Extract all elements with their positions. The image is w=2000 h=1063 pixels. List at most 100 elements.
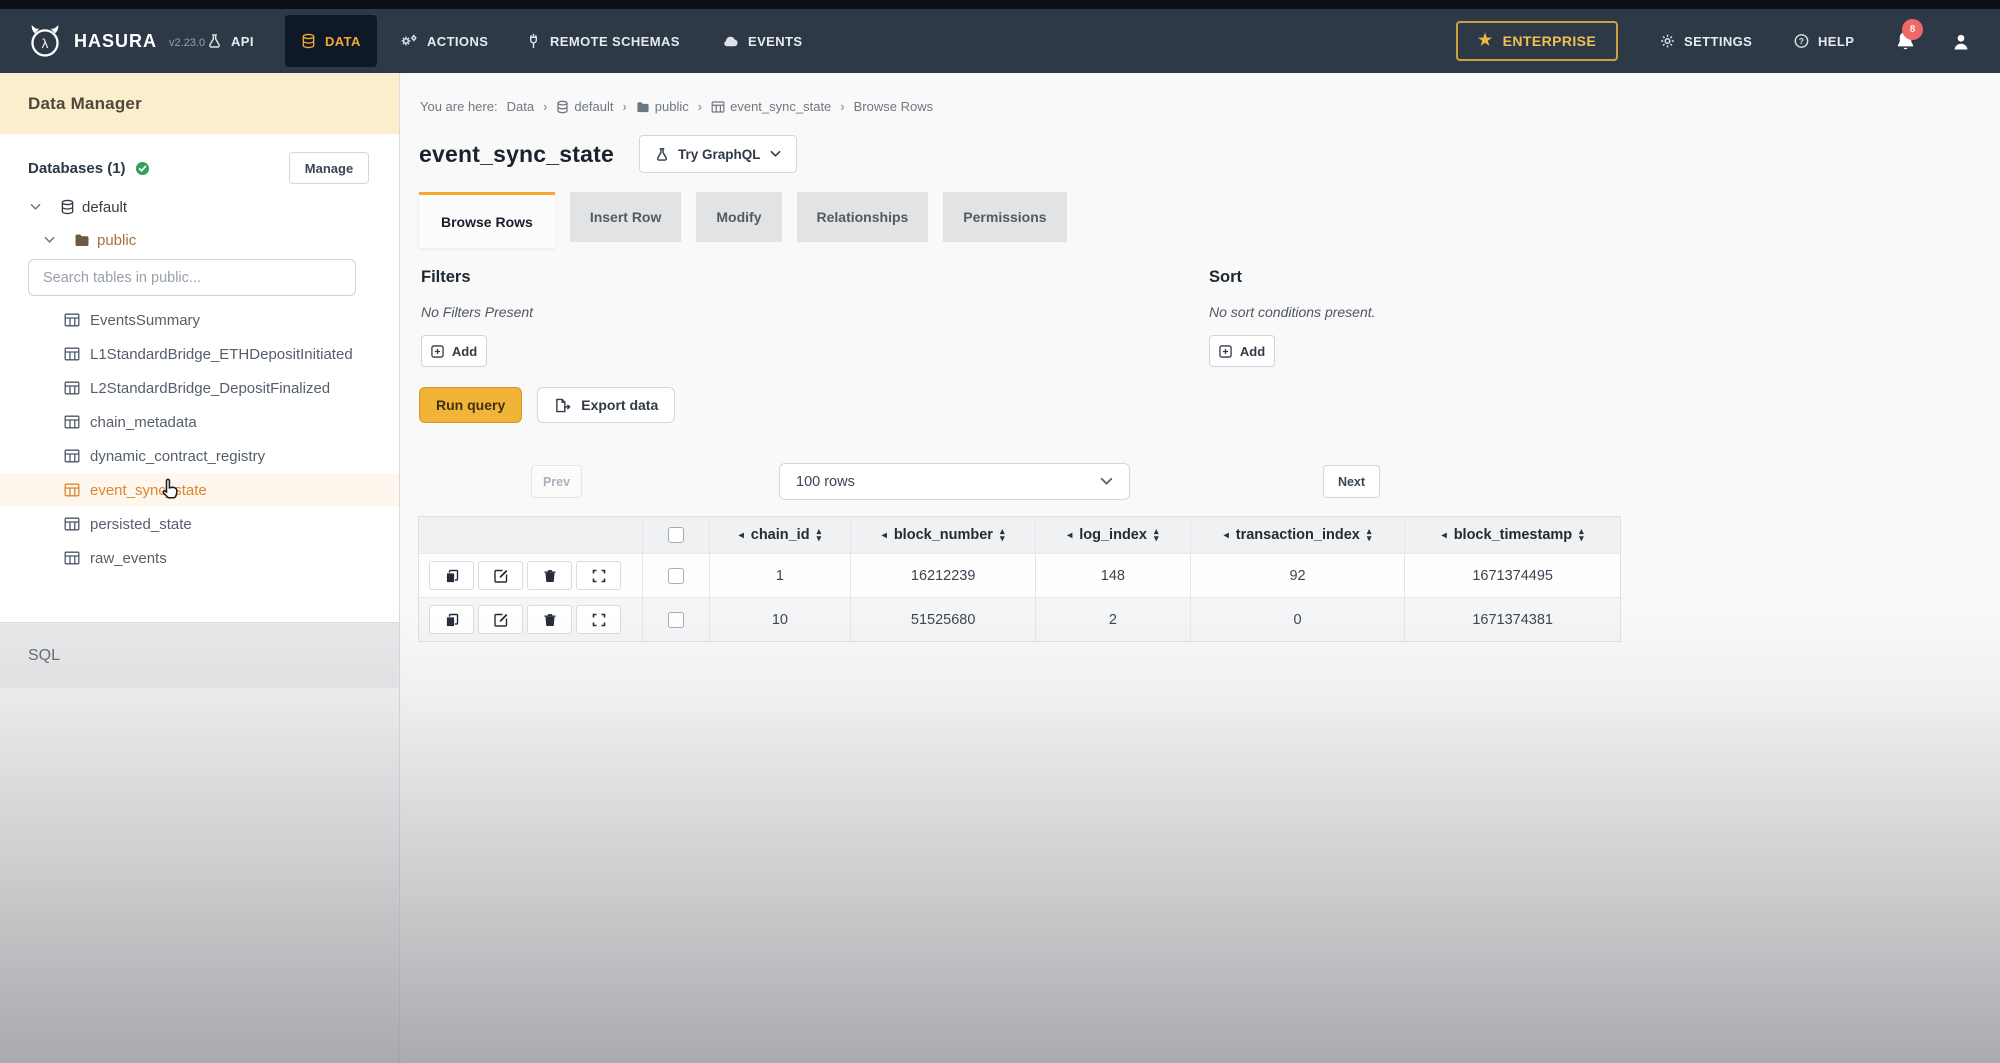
nav-item-events[interactable]: EVENTS <box>722 9 802 73</box>
edit-row-button[interactable] <box>478 561 523 590</box>
nav-label: EVENTS <box>748 34 802 49</box>
flask-icon <box>655 147 669 162</box>
sort-icon[interactable]: ▴▾ <box>1000 528 1005 542</box>
nav-item-help[interactable]: ? HELP <box>1794 9 1854 73</box>
brand-name: HASURA <box>74 31 157 52</box>
query-actions-row: Run query Export data <box>419 387 675 423</box>
breadcrumb-separator: › <box>840 99 844 114</box>
breadcrumb-data[interactable]: Data <box>507 99 534 114</box>
row-actions-cell <box>419 598 643 641</box>
cell-chain-id: 10 <box>710 598 852 641</box>
sort-icon[interactable]: ▴▾ <box>1579 528 1584 542</box>
nav-item-settings[interactable]: SETTINGS <box>1660 9 1752 73</box>
table-item-chain-metadata[interactable]: chain_metadata <box>0 405 399 439</box>
chevron-down-icon[interactable] <box>30 203 41 211</box>
chevron-down-icon[interactable] <box>44 236 55 244</box>
nav-item-remote-schemas[interactable]: REMOTE SCHEMAS <box>526 9 680 73</box>
row-checkbox[interactable] <box>668 612 684 628</box>
sort-icon[interactable]: ▴▾ <box>1367 528 1372 542</box>
nav-label: REMOTE SCHEMAS <box>550 34 680 49</box>
column-header-block-timestamp[interactable]: ◂ block_timestamp ▴▾ <box>1405 517 1620 553</box>
tree-node-database-default[interactable]: default <box>30 194 127 220</box>
tree-node-schema-public[interactable]: public <box>44 227 136 253</box>
gear-icon <box>1660 33 1675 49</box>
tab-modify[interactable]: Modify <box>696 192 781 242</box>
table-item-raw-events[interactable]: raw_events <box>0 541 399 575</box>
rows-per-page-select[interactable]: 100 rows <box>779 463 1130 500</box>
browse-rows-table: ◂ chain_id ▴▾ ◂ block_number ▴▾ ◂ log_in… <box>418 516 1621 642</box>
table-item-eventssummary[interactable]: EventsSummary <box>0 303 399 337</box>
collapse-column-icon[interactable]: ◂ <box>1224 530 1229 541</box>
breadcrumb-browse-rows[interactable]: Browse Rows <box>854 99 933 114</box>
collapse-column-icon[interactable]: ◂ <box>1442 530 1447 541</box>
enterprise-button[interactable]: ★ ENTERPRISE <box>1456 21 1618 61</box>
cell-chain-id: 1 <box>710 554 852 597</box>
breadcrumb-default[interactable]: default <box>556 99 613 114</box>
help-icon: ? <box>1794 33 1809 49</box>
table-row: 10 51525680 2 0 1671374381 <box>419 597 1620 641</box>
expand-row-button[interactable] <box>576 561 621 590</box>
breadcrumb-separator: › <box>543 99 547 114</box>
try-graphql-button[interactable]: Try GraphQL <box>639 135 797 173</box>
collapse-column-icon[interactable]: ◂ <box>739 530 744 541</box>
collapse-column-icon[interactable]: ◂ <box>1067 530 1072 541</box>
select-all-checkbox[interactable] <box>668 527 684 543</box>
delete-row-button[interactable] <box>527 561 572 590</box>
run-query-button[interactable]: Run query <box>419 387 522 423</box>
database-icon <box>301 33 316 49</box>
table-item-persisted-state[interactable]: persisted_state <box>0 507 399 541</box>
sort-icon[interactable]: ▴▾ <box>1154 528 1159 542</box>
svg-text:λ: λ <box>42 36 49 51</box>
user-icon <box>1951 32 1971 52</box>
enterprise-label: ENTERPRISE <box>1503 33 1596 49</box>
export-data-button[interactable]: Export data <box>537 387 675 423</box>
search-input[interactable] <box>28 259 356 296</box>
table-item-event-sync-state[interactable]: event_sync_state <box>0 473 399 507</box>
nav-item-actions[interactable]: ACTIONS <box>400 9 488 73</box>
cell-block-number: 16212239 <box>851 554 1036 597</box>
nav-item-api[interactable]: API <box>207 9 254 73</box>
add-filter-button[interactable]: Add <box>421 335 487 367</box>
expand-row-button[interactable] <box>576 605 621 634</box>
notifications-bell[interactable]: 8 <box>1894 29 1918 55</box>
hasura-brand[interactable]: λ HASURA v2.23.0 <box>26 9 205 73</box>
tab-relationships[interactable]: Relationships <box>797 192 929 242</box>
collapse-column-icon[interactable]: ◂ <box>882 530 887 541</box>
breadcrumb-separator: › <box>622 99 626 114</box>
delete-row-button[interactable] <box>527 605 572 634</box>
breadcrumb-public[interactable]: public <box>636 99 689 114</box>
edit-row-button[interactable] <box>478 605 523 634</box>
clone-row-button[interactable] <box>429 561 474 590</box>
star-icon: ★ <box>1478 33 1493 49</box>
nav-label: DATA <box>325 34 361 49</box>
databases-row: Databases (1) Manage <box>28 151 369 185</box>
manage-button[interactable]: Manage <box>289 152 369 184</box>
sidebar-item-sql[interactable]: SQL <box>0 622 399 688</box>
add-sort-button[interactable]: Add <box>1209 335 1275 367</box>
breadcrumb-event-sync-state[interactable]: event_sync_state <box>711 99 831 114</box>
table-item-dynamic-contract-registry[interactable]: dynamic_contract_registry <box>0 439 399 473</box>
tab-insert-row[interactable]: Insert Row <box>570 192 682 242</box>
user-menu[interactable] <box>1951 32 1971 52</box>
table-search <box>28 259 356 296</box>
clone-row-button[interactable] <box>429 605 474 634</box>
column-header-block-number[interactable]: ◂ block_number ▴▾ <box>851 517 1036 553</box>
column-header-log-index[interactable]: ◂ log_index ▴▾ <box>1036 517 1191 553</box>
tab-permissions[interactable]: Permissions <box>943 192 1066 242</box>
column-header-transaction-index[interactable]: ◂ transaction_index ▴▾ <box>1191 517 1406 553</box>
breadcrumb: You are here: Data › default › public › … <box>420 99 933 114</box>
column-header-chain-id[interactable]: ◂ chain_id ▴▾ <box>710 517 852 553</box>
plug-icon <box>526 33 541 49</box>
filters-title: Filters <box>421 268 533 287</box>
table-item-l2standardbridge[interactable]: L2StandardBridge_DepositFinalized <box>0 371 399 405</box>
table-item-l1standardbridge[interactable]: L1StandardBridge_ETHDepositInitiated <box>0 337 399 371</box>
nav-item-data[interactable]: DATA <box>285 15 377 67</box>
row-checkbox[interactable] <box>668 568 684 584</box>
nav-label: SETTINGS <box>1684 34 1752 49</box>
sort-section: Sort No sort conditions present. Add <box>1209 268 1376 367</box>
sort-icon[interactable]: ▴▾ <box>817 528 822 542</box>
next-page-button[interactable]: Next <box>1323 465 1380 498</box>
prev-page-button[interactable]: Prev <box>531 465 582 498</box>
cogs-icon <box>400 33 418 49</box>
tab-browse-rows[interactable]: Browse Rows <box>419 192 555 248</box>
